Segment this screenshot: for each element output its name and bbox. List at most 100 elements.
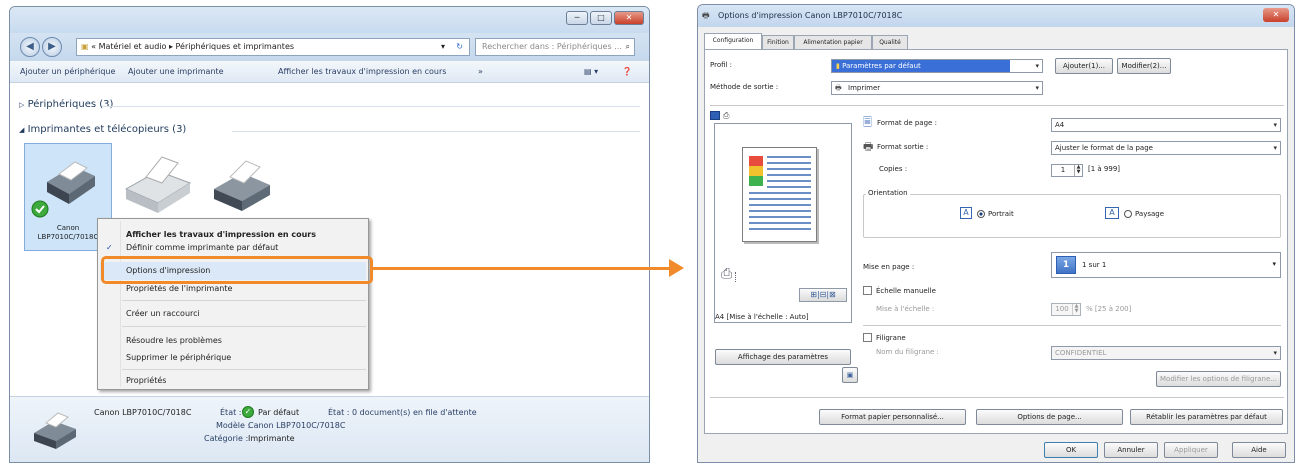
printers-section[interactable]: ◢ Imprimantes et télécopieurs (3) — [19, 124, 186, 135]
chevron-down-icon[interactable]: ▾ — [441, 39, 445, 55]
copies-stepper[interactable]: 1 ▲ ▼ — [1051, 164, 1083, 177]
close-button[interactable]: ✕ — [614, 11, 644, 25]
minimize-button[interactable]: ─ — [566, 11, 588, 25]
copies-value: 1 — [1060, 166, 1066, 174]
scale-stepper[interactable]: 100 ▲ ▼ — [1051, 303, 1081, 316]
refresh-icon[interactable]: ↻ — [456, 39, 463, 55]
page-size-select[interactable]: A4 — [1051, 118, 1281, 132]
show-settings-button[interactable]: Affichage des paramètres — [715, 349, 851, 365]
menu-separator — [122, 300, 366, 301]
more-commands[interactable]: » — [478, 61, 483, 83]
details-queue: État : 0 document(s) en file d'attente — [328, 408, 477, 417]
chevron-down-icon: ▾ — [1272, 260, 1276, 268]
window-titlebar: ─ □ ✕ — [10, 7, 649, 33]
section-divider — [232, 131, 640, 132]
apply-button[interactable]: Appliquer — [1164, 442, 1218, 458]
tab-finishing[interactable]: Finition — [762, 35, 794, 49]
fax-printer-icon[interactable] — [118, 153, 198, 219]
dialog-title: Options d'impression Canon LBP7010C/7018… — [718, 11, 903, 20]
add-profile-button[interactable]: Ajouter(1)... — [1055, 58, 1113, 74]
landscape-radio[interactable] — [1124, 210, 1132, 218]
chevron-left-icon: « — [91, 42, 97, 51]
preview-text-lines — [749, 192, 811, 194]
preview-text-lines — [767, 156, 811, 158]
forward-button[interactable]: ▶ — [42, 37, 62, 57]
layout-select[interactable]: 1 1 sur 1 ▾ — [1051, 252, 1281, 278]
view-options-icon[interactable]: ▤ ▾ — [584, 61, 598, 83]
menu-separator — [122, 326, 366, 327]
preview-zoom-buttons[interactable]: ⊞|⊟|⊠ — [799, 288, 847, 302]
maximize-button[interactable]: □ — [590, 11, 612, 25]
details-category-label: Catégorie : — [204, 434, 249, 443]
spinner-arrows-icon[interactable]: ▲ ▼ — [1074, 165, 1082, 176]
manual-scale-checkbox[interactable] — [863, 286, 872, 295]
page-size-icon: 🗏 — [863, 116, 872, 129]
preview-color-block — [749, 156, 763, 186]
checkmark-icon: ✓ — [106, 243, 113, 252]
close-button[interactable]: ✕ — [1263, 8, 1289, 22]
restore-defaults-button[interactable]: Rétablir les paramètres par défaut — [1130, 409, 1283, 425]
tab-paper-source[interactable]: Alimentation papier — [794, 35, 872, 49]
scale-range: % [25 à 200] — [1086, 305, 1132, 313]
divider — [863, 325, 1281, 326]
profile-select[interactable]: ▮ Paramètres par défaut — [831, 59, 1043, 73]
watermark-checkbox[interactable] — [863, 333, 872, 342]
highlight-callout-box — [101, 256, 373, 284]
default-check-icon: ✓ — [242, 406, 254, 418]
printer-icon: 🖶 — [835, 84, 842, 92]
back-button[interactable]: ◀ — [20, 37, 40, 57]
printing-preferences-dialog: 🖶 Options d'impression Canon LBP7010C/70… — [697, 4, 1295, 463]
printer-status-button[interactable]: ▣ — [842, 367, 858, 383]
section-divider — [102, 106, 640, 107]
help-icon[interactable]: ❓ — [622, 61, 632, 83]
search-input[interactable]: Rechercher dans : Périphériques ... ⌕ — [475, 38, 635, 56]
search-icon[interactable]: ⌕ — [626, 39, 630, 55]
folder-icon: ▣ — [81, 42, 89, 51]
portrait-label: Portrait — [988, 210, 1014, 218]
edit-profile-button[interactable]: Modifier(2)... — [1117, 58, 1171, 74]
printer-icon[interactable] — [208, 157, 278, 217]
menu-item-create-shortcut[interactable]: Créer un raccourci — [100, 305, 366, 323]
orientation-label: Orientation — [866, 189, 910, 197]
menu-item-printer-properties[interactable]: Propriétés de l'imprimante — [100, 285, 366, 295]
menu-item-set-default[interactable]: ✓ Définir comme imprimante par défaut — [100, 241, 366, 253]
devices-section[interactable]: ▷ Périphériques (3) — [19, 99, 113, 110]
address-bar[interactable]: ▣ « Matériel et audio ▸ Périphériques et… — [76, 38, 470, 56]
default-check-icon — [31, 200, 49, 218]
spinner-arrows-icon[interactable]: ▲ ▼ — [1072, 304, 1080, 315]
output-method-label: Méthode de sortie : — [710, 83, 779, 91]
profile-icon: ▮ — [836, 62, 840, 70]
output-method-select[interactable]: 🖶 Imprimer — [831, 81, 1043, 95]
copies-range: [1 à 999] — [1088, 165, 1121, 173]
printer-status-icon: ▣ — [846, 371, 854, 379]
printer-icon — [34, 412, 76, 449]
add-printer-command[interactable]: Ajouter une imprimante — [128, 61, 224, 83]
help-button[interactable]: Aide — [1232, 442, 1286, 458]
custom-paper-size-button[interactable]: Format papier personnalisé... — [819, 409, 966, 425]
output-size-select[interactable]: Ajuster le format de la page — [1051, 141, 1281, 155]
printers-section-label: Imprimantes et télécopieurs (3) — [27, 124, 187, 135]
menu-item-remove-device[interactable]: Supprimer le périphérique — [100, 349, 366, 367]
menu-item-properties[interactable]: Propriétés — [100, 372, 366, 390]
manual-scale-label: Échelle manuelle — [876, 287, 936, 295]
add-device-command[interactable]: Ajouter un périphérique — [20, 61, 115, 83]
watermark-select[interactable]: CONFIDENTIEL — [1051, 346, 1281, 360]
details-printer-name: Canon LBP7010C/7018C — [94, 408, 192, 417]
ok-button[interactable]: OK — [1044, 442, 1098, 458]
scale-value: 100 — [1055, 305, 1069, 313]
address-row: ◀ ▶ ▣ « Matériel et audio ▸ Périphérique… — [10, 33, 649, 61]
layout-value: 1 sur 1 — [1082, 261, 1107, 269]
printer-view-icon[interactable]: ⎙ — [723, 111, 729, 121]
layout-label: Mise en page : — [863, 263, 915, 271]
page-options-button[interactable]: Options de page... — [976, 409, 1123, 425]
profile-label: Profil : — [710, 61, 733, 69]
landscape-icon: A — [1105, 207, 1119, 219]
cancel-button[interactable]: Annuler — [1104, 442, 1158, 458]
menu-item-troubleshoot[interactable]: Résoudre les problèmes — [100, 332, 366, 350]
see-print-jobs-command[interactable]: Afficher les travaux d'impression en cou… — [278, 61, 446, 83]
watermark-options-button[interactable]: Modifier les options de filigrane... — [1156, 371, 1281, 387]
tab-page-setup[interactable]: Configuration page — [704, 33, 762, 57]
preview-view-icon[interactable] — [710, 111, 720, 120]
tab-quality[interactable]: Qualité — [872, 35, 908, 49]
portrait-radio[interactable] — [977, 210, 985, 218]
